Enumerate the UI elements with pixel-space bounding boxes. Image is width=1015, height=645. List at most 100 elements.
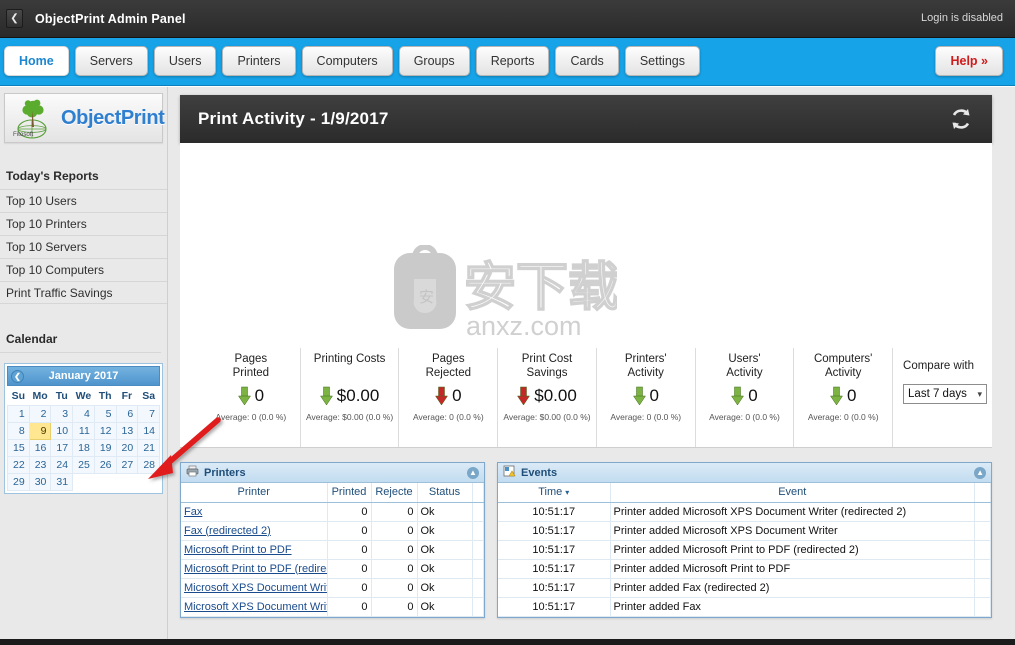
printer-link[interactable]: Microsoft XPS Document Write — [184, 582, 326, 594]
calendar-day-15[interactable]: 15 — [7, 438, 30, 457]
calendar-day-17[interactable]: 17 — [50, 438, 74, 457]
event-text-cell: Printer added Fax — [610, 597, 976, 617]
calendar-day-24[interactable]: 24 — [50, 455, 74, 474]
events-panel: Events ▲ Time ▾ Event 10:51:17 Printer add… — [497, 462, 993, 618]
printers-body: Fax 0 0 Ok Fax (redirected 2) 0 0 Ok Microsoft P… — [181, 502, 484, 617]
refresh-icon[interactable] — [948, 106, 974, 132]
tab-servers[interactable]: Servers — [74, 46, 148, 76]
calendar-day-4[interactable]: 4 — [72, 404, 95, 423]
calendar-day-27[interactable]: 27 — [115, 455, 139, 474]
tab-reports[interactable]: Reports — [475, 46, 550, 76]
back-button[interactable]: ❮ — [6, 9, 23, 28]
calendar-day-28[interactable]: 28 — [137, 455, 160, 474]
compare-with-value: Last 7 days — [908, 388, 967, 400]
calendar-day-31[interactable]: 31 — [50, 472, 74, 491]
rejected-cell: 0 — [371, 597, 418, 617]
calendar-day-25[interactable]: 25 — [72, 455, 95, 474]
printer-link[interactable]: Microsoft Print to PDF (redirec — [184, 563, 326, 575]
calendar-day-30[interactable]: 30 — [28, 472, 52, 491]
printer-name-cell[interactable]: Microsoft Print to PDF — [181, 540, 328, 560]
printer-link[interactable]: Microsoft XPS Document Write — [184, 601, 326, 613]
column-header-rejecte[interactable]: Rejecte — [371, 483, 418, 503]
printed-cell: 0 — [327, 521, 372, 541]
printer-name-cell[interactable]: Microsoft Print to PDF (redirec — [181, 559, 328, 579]
sidebar-item-top-10-computers[interactable]: Top 10 Computers — [0, 258, 167, 281]
event-text-cell: Printer added Fax (redirected 2) — [610, 578, 976, 598]
printer-link[interactable]: Fax (redirected 2) — [184, 525, 271, 537]
printer-link[interactable]: Microsoft Print to PDF — [184, 544, 292, 556]
printer-name-cell[interactable]: Fax — [181, 502, 328, 522]
calendar-day-9[interactable]: 9 — [28, 421, 52, 440]
stat-label: Computers' Activity — [813, 353, 873, 379]
calendar-day-12[interactable]: 12 — [93, 421, 117, 440]
tab-users[interactable]: Users — [153, 46, 217, 76]
calendar-prev-month-button[interactable]: ❮ — [11, 370, 24, 383]
calendar-day-7[interactable]: 7 — [137, 404, 160, 423]
nav-tab-bar: Home Servers Users Printers Computers Groups R… — [0, 38, 1015, 86]
spacer-cell — [472, 578, 484, 598]
tab-home[interactable]: Home — [4, 46, 69, 76]
calendar-day-5[interactable]: 5 — [93, 404, 117, 423]
stat-value: 0 — [452, 386, 462, 405]
stat-value: 0 — [254, 386, 265, 405]
calendar-day-13[interactable]: 13 — [115, 421, 139, 440]
bottom-grids: Printers ▲ Printer Printed Rejecte Status F… — [180, 462, 993, 618]
table-row: 10:51:17 Printer added Fax — [498, 597, 992, 617]
calendar-day-20[interactable]: 20 — [115, 438, 139, 457]
printer-name-cell[interactable]: Microsoft XPS Document Write — [181, 597, 328, 617]
events-table: Time ▾ Event 10:51:17 Printer added Micros… — [498, 483, 992, 617]
calendar-day-8[interactable]: 8 — [7, 421, 30, 440]
calendar-day-1[interactable]: 1 — [7, 404, 30, 423]
column-header-status[interactable]: Status — [417, 483, 473, 503]
tab-computers[interactable]: Computers — [301, 46, 393, 76]
calendar-heading: Calendar — [6, 332, 58, 346]
sidebar-item-print-traffic-savings[interactable]: Print Traffic Savings — [0, 281, 167, 304]
calendar-week-row: 29 30 31 — [7, 472, 160, 491]
sidebar-item-top-10-servers[interactable]: Top 10 Servers — [0, 235, 167, 258]
calendar-day-16[interactable]: 16 — [28, 438, 52, 457]
column-header-printer[interactable]: Printer — [181, 483, 328, 503]
calendar-day-11[interactable]: 11 — [72, 421, 95, 440]
calendar-day-3[interactable]: 3 — [50, 404, 74, 423]
sort-ascending-icon: ▾ — [565, 488, 570, 498]
calendar-day-19[interactable]: 19 — [93, 438, 117, 457]
compare-with-select[interactable]: Last 7 days ▾ — [903, 384, 988, 404]
table-row: Microsoft XPS Document Write 0 0 Ok — [181, 597, 484, 617]
calendar-day-29[interactable]: 29 — [7, 472, 30, 491]
printer-name-cell[interactable]: Fax (redirected 2) — [181, 521, 328, 541]
column-header-time[interactable]: Time ▾ — [498, 483, 611, 503]
tab-printers[interactable]: Printers — [222, 46, 296, 76]
calendar-day-10[interactable]: 10 — [50, 421, 74, 440]
stat-value-row: 0 — [204, 382, 298, 410]
stat-value-row: 0 — [401, 382, 495, 410]
calendar-divider — [0, 352, 161, 353]
stat-average: Average: 0 (0.0 %) — [709, 412, 780, 422]
help-button[interactable]: Help » — [935, 46, 1003, 76]
tab-settings[interactable]: Settings — [624, 46, 700, 76]
calendar-day-14[interactable]: 14 — [137, 421, 160, 440]
calendar-weekday: We — [75, 390, 92, 403]
column-header-event[interactable]: Event — [610, 483, 976, 503]
app-logo[interactable]: Fitosoft ObjectPrint — [4, 93, 165, 143]
trend-down-icon — [517, 386, 531, 406]
calendar-day-26[interactable]: 26 — [93, 455, 117, 474]
trend-down-icon — [632, 386, 646, 406]
tab-cards[interactable]: Cards — [555, 46, 619, 76]
calendar-day-23[interactable]: 23 — [28, 455, 52, 474]
calendar-day-18[interactable]: 18 — [72, 438, 95, 457]
collapse-icon[interactable]: ▲ — [974, 467, 987, 479]
calendar-day-2[interactable]: 2 — [28, 404, 52, 423]
column-header-printed[interactable]: Printed — [327, 483, 372, 503]
calendar-day-6[interactable]: 6 — [115, 404, 139, 423]
printer-link[interactable]: Fax — [184, 506, 202, 518]
calendar-day-22[interactable]: 22 — [7, 455, 30, 474]
print-activity-header: Print Activity - 1/9/2017 — [180, 95, 992, 143]
printer-name-cell[interactable]: Microsoft XPS Document Write — [181, 578, 328, 598]
sidebar-item-top-10-printers[interactable]: Top 10 Printers — [0, 212, 167, 235]
tab-groups[interactable]: Groups — [398, 46, 470, 76]
collapse-icon[interactable]: ▲ — [467, 467, 479, 479]
calendar-day-21[interactable]: 21 — [137, 438, 160, 457]
sidebar-item-top-10-users[interactable]: Top 10 Users — [0, 189, 167, 212]
stats-strip: Pages Printed 0 Average: 0 (0.0 %) Printing … — [180, 348, 992, 448]
calendar-weekday: Fr — [121, 390, 133, 403]
